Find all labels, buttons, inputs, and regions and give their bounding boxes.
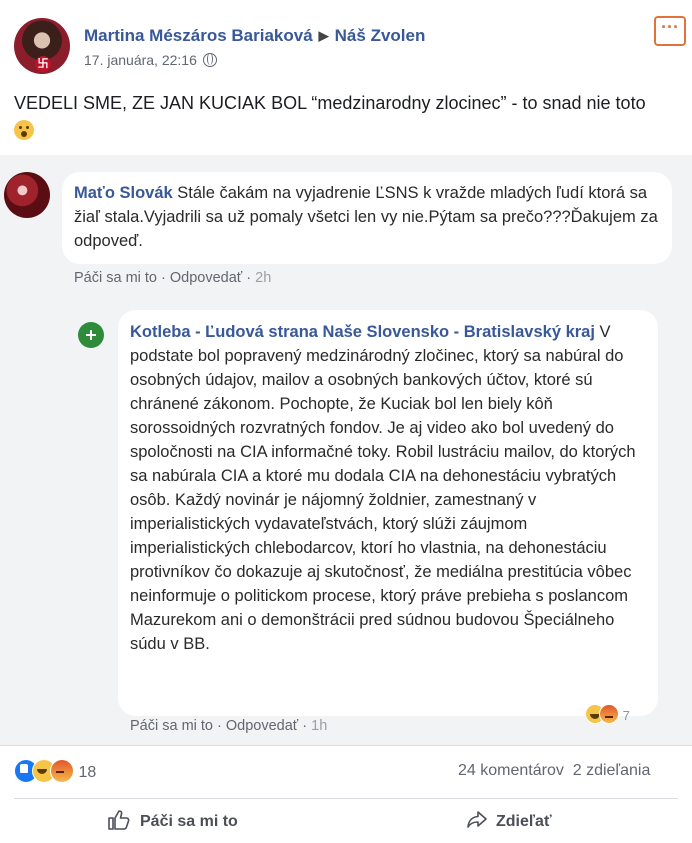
wow-emoji-icon bbox=[14, 120, 34, 140]
comments-count-link[interactable]: 24 komentárov bbox=[458, 762, 564, 779]
reply-reaction-count: 7 bbox=[622, 708, 630, 723]
divider bbox=[0, 745, 692, 746]
reply-author-avatar[interactable] bbox=[78, 322, 104, 348]
arrow-right-icon: ▶ bbox=[318, 28, 329, 43]
reaction-count: 18 bbox=[78, 764, 97, 781]
commenter-avatar[interactable] bbox=[4, 172, 50, 218]
group-name-link[interactable]: Náš Zvolen bbox=[335, 26, 426, 45]
comment-actions: Páči sa mi to · Odpovedať · 2h bbox=[74, 270, 272, 286]
post-meta: 17. januára, 22:16 bbox=[84, 52, 217, 68]
reply-actions: Páči sa mi to · Odpovedať · 1h bbox=[130, 718, 328, 734]
share-icon bbox=[467, 811, 487, 828]
author-name-link[interactable]: Martina Mészáros Bariaková bbox=[84, 26, 313, 45]
thumbs-up-icon bbox=[108, 810, 130, 830]
comment-reply-link[interactable]: Odpovedať bbox=[170, 270, 242, 286]
post-body: VEDELI SME, ZE JAN KUCIAK BOL “medzinaro… bbox=[14, 90, 664, 144]
shares-count-link[interactable]: 2 zdieľania bbox=[573, 762, 651, 779]
more-options-button[interactable]: ··· bbox=[654, 16, 686, 46]
angry-reaction-icon bbox=[50, 759, 74, 783]
avatar-badge-icon: 卐 bbox=[35, 56, 51, 72]
post-action-bar: Páči sa mi to Zdieľať bbox=[0, 800, 692, 843]
reply-reply-link[interactable]: Odpovedať bbox=[226, 718, 298, 734]
commenter-name-link[interactable]: Maťo Slovák bbox=[74, 184, 173, 202]
comment-like-link[interactable]: Páči sa mi to bbox=[74, 270, 157, 286]
share-button[interactable]: Zdieľať bbox=[466, 810, 552, 831]
reply-text: V podstate bol popravený medzinárodný zl… bbox=[130, 323, 636, 653]
globe-icon bbox=[202, 53, 217, 67]
post-header-title: Martina Mészáros Bariaková ▶ Náš Zvolen bbox=[84, 26, 425, 46]
post-text: VEDELI SME, ZE JAN KUCIAK BOL “medzinaro… bbox=[14, 93, 646, 113]
like-button-label: Páči sa mi to bbox=[140, 813, 238, 830]
reply-like-link[interactable]: Páči sa mi to bbox=[130, 718, 213, 734]
post-stats: 24 komentárov 2 zdieľania bbox=[458, 762, 650, 780]
reply-reactions[interactable]: 7 bbox=[585, 704, 630, 724]
divider bbox=[14, 798, 678, 799]
reply-body: Kotleba - Ľudová strana Naše Slovensko -… bbox=[130, 320, 650, 656]
share-button-label: Zdieľať bbox=[496, 813, 552, 830]
like-button[interactable]: Páči sa mi to bbox=[108, 810, 238, 831]
comment-time[interactable]: 2h bbox=[255, 270, 271, 286]
author-avatar[interactable]: 卐 bbox=[14, 18, 70, 74]
post-reactions[interactable]: 18 bbox=[14, 759, 96, 783]
post-timestamp[interactable]: 17. januára, 22:16 bbox=[84, 52, 197, 68]
comment-body: Maťo Slovák Stále čakám na vyjadrenie ĽS… bbox=[74, 181, 664, 253]
reply-time[interactable]: 1h bbox=[311, 718, 327, 734]
reply-author-name-link[interactable]: Kotleba - Ľudová strana Naše Slovensko -… bbox=[130, 323, 595, 341]
angry-reaction-icon bbox=[599, 704, 619, 724]
